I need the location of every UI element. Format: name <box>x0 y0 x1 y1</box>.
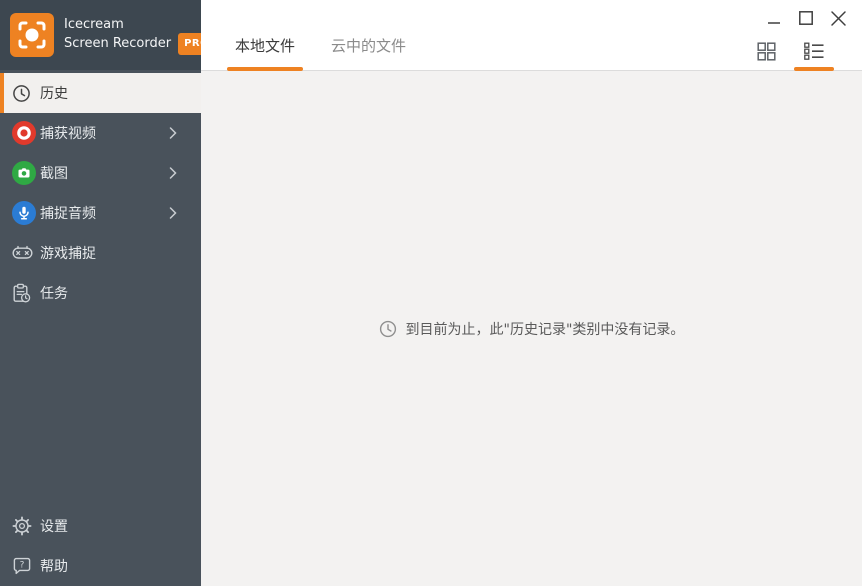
app-window: Icecream Screen Recorder PRO 历史 捕获视频 截图 … <box>0 0 862 586</box>
sidebar-item-capture-audio[interactable]: 捕捉音频 <box>0 193 201 233</box>
list-view-button[interactable] <box>792 32 836 71</box>
sidebar-item-label: 截图 <box>40 166 68 182</box>
tab-cloud-files[interactable]: 云中的文件 <box>323 30 414 70</box>
sidebar-item-history[interactable]: 历史 <box>0 73 201 113</box>
svg-text:?: ? <box>20 561 25 571</box>
clock-icon <box>379 320 396 337</box>
sidebar-menu: 历史 捕获视频 截图 捕捉音频 游戏捕捉 任务 <box>0 70 201 313</box>
grid-view-icon <box>756 41 776 61</box>
tab-local-files[interactable]: 本地文件 <box>227 30 304 71</box>
camera-icon <box>12 161 40 185</box>
maximize-button[interactable] <box>790 4 822 32</box>
clock-icon <box>12 84 40 103</box>
sidebar-item-label: 捕捉音频 <box>40 206 96 222</box>
chevron-right-icon <box>169 167 177 179</box>
gamepad-icon <box>12 243 40 263</box>
chevron-right-icon <box>169 127 177 139</box>
main-panel: 本地文件 云中的文件 到目前为止，此"历史记录"类别中没有记录。 <box>201 0 862 586</box>
sidebar-item-help[interactable]: ? 帮助 <box>0 546 201 586</box>
help-icon: ? <box>12 556 40 576</box>
tasks-icon <box>12 283 40 303</box>
brand-text: Icecream Screen Recorder PRO <box>64 16 216 55</box>
app-logo-icon <box>10 13 54 57</box>
view-switcher <box>744 32 836 71</box>
minimize-icon <box>768 22 780 24</box>
sidebar-item-capture-video[interactable]: 捕获视频 <box>0 113 201 153</box>
sidebar-item-label: 任务 <box>40 286 68 302</box>
sidebar-item-settings[interactable]: 设置 <box>0 506 201 546</box>
sidebar-item-tasks[interactable]: 任务 <box>0 273 201 313</box>
list-view-icon <box>804 42 824 60</box>
empty-state-message: 到目前为止，此"历史记录"类别中没有记录。 <box>405 321 685 338</box>
close-icon <box>830 10 846 26</box>
sidebar-footer: 设置 ? 帮助 <box>0 506 201 586</box>
sidebar-item-screenshot[interactable]: 截图 <box>0 153 201 193</box>
brand-header: Icecream Screen Recorder PRO <box>0 0 216 70</box>
topbar: 本地文件 云中的文件 <box>201 0 862 71</box>
sidebar-item-label: 设置 <box>40 519 68 535</box>
chevron-right-icon <box>169 207 177 219</box>
brand-line2: Screen Recorder <box>64 36 172 51</box>
history-content: 到目前为止，此"历史记录"类别中没有记录。 <box>201 71 862 586</box>
empty-state: 到目前为止，此"历史记录"类别中没有记录。 <box>379 319 685 339</box>
minimize-button[interactable] <box>758 4 790 32</box>
brand-line1: Icecream <box>64 16 124 32</box>
sidebar-item-label: 游戏捕捉 <box>40 246 96 262</box>
microphone-icon <box>12 201 40 225</box>
sidebar-item-game-capture[interactable]: 游戏捕捉 <box>0 233 201 273</box>
record-icon <box>12 121 40 145</box>
sidebar-item-label: 历史 <box>40 86 68 102</box>
close-button[interactable] <box>822 4 854 32</box>
window-controls <box>758 4 854 32</box>
gear-icon <box>12 516 40 536</box>
sidebar-item-label: 帮助 <box>40 559 68 575</box>
sidebar: Icecream Screen Recorder PRO 历史 捕获视频 截图 … <box>0 0 216 586</box>
sidebar-item-label: 捕获视频 <box>40 126 96 142</box>
file-tabs: 本地文件 云中的文件 <box>227 30 414 71</box>
maximize-icon <box>799 11 813 25</box>
grid-view-button[interactable] <box>744 32 788 70</box>
